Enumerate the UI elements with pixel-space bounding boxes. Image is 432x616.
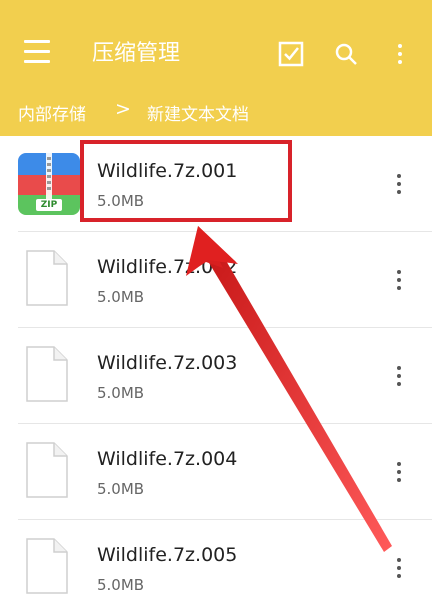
list-item[interactable]: Wildlife.7z.004 5.0MB <box>0 424 432 520</box>
search-icon[interactable] <box>334 42 358 66</box>
document-icon <box>26 538 68 594</box>
file-size: 5.0MB <box>97 576 145 594</box>
list-item[interactable]: ZIP Wildlife.7z.001 5.0MB <box>0 136 432 232</box>
more-vertical-icon[interactable] <box>396 270 402 294</box>
file-name: Wildlife.7z.002 <box>97 256 238 278</box>
document-icon <box>26 346 68 402</box>
zip-archive-icon: ZIP <box>18 153 80 215</box>
file-size: 5.0MB <box>97 480 145 498</box>
hamburger-menu-icon[interactable] <box>24 40 52 64</box>
breadcrumb-root[interactable]: 内部存储 <box>18 100 86 125</box>
file-name: Wildlife.7z.003 <box>97 352 238 374</box>
more-vertical-icon[interactable] <box>397 44 403 64</box>
file-size: 5.0MB <box>97 288 145 306</box>
list-item[interactable]: Wildlife.7z.002 5.0MB <box>0 232 432 328</box>
app-bar: 压缩管理 <box>0 0 432 86</box>
document-icon <box>26 442 68 498</box>
app-title: 压缩管理 <box>92 41 181 66</box>
file-size: 5.0MB <box>97 192 145 210</box>
breadcrumb: 内部存储 > 新建文本文档 <box>0 86 432 136</box>
file-name: Wildlife.7z.004 <box>97 448 238 470</box>
file-name: Wildlife.7z.001 <box>97 160 238 182</box>
file-size: 5.0MB <box>97 384 145 402</box>
more-vertical-icon[interactable] <box>396 366 402 390</box>
more-vertical-icon[interactable] <box>396 558 402 582</box>
list-item[interactable]: Wildlife.7z.003 5.0MB <box>0 328 432 424</box>
document-icon <box>26 250 68 306</box>
checkbox-select-icon[interactable] <box>278 41 304 67</box>
more-vertical-icon[interactable] <box>396 174 402 198</box>
zip-badge-label: ZIP <box>40 200 58 210</box>
file-name: Wildlife.7z.005 <box>97 544 238 566</box>
more-vertical-icon[interactable] <box>396 462 402 486</box>
breadcrumb-separator: > <box>115 98 131 120</box>
breadcrumb-current[interactable]: 新建文本文档 <box>147 100 249 125</box>
list-item[interactable]: Wildlife.7z.005 5.0MB <box>0 520 432 616</box>
